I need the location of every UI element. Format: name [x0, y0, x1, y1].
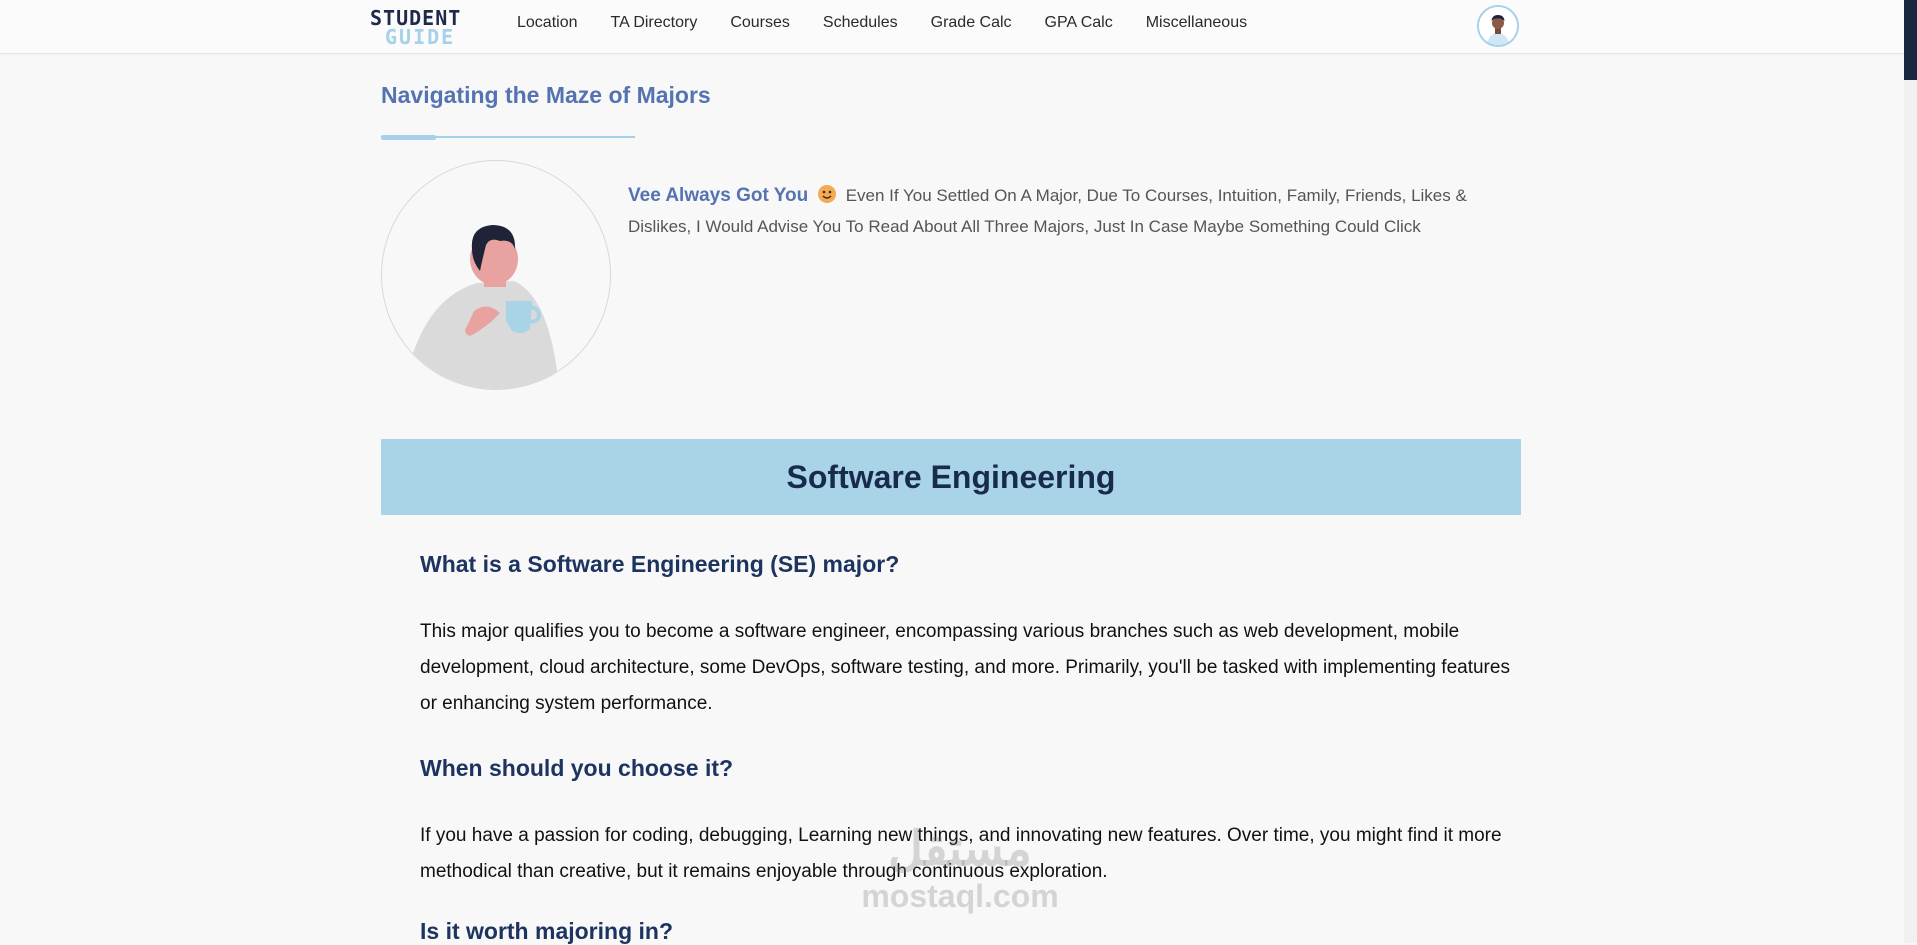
smiling-face-emoji	[817, 183, 837, 203]
nav-link-schedules[interactable]: Schedules	[823, 14, 898, 32]
section-title: Software Engineering	[786, 458, 1116, 495]
nav-link-ta-directory[interactable]: TA Directory	[611, 14, 698, 32]
watermark-arabic: مستقل	[888, 823, 1032, 876]
nav-link-miscellaneous[interactable]: Miscellaneous	[1146, 14, 1247, 32]
nav-link-location[interactable]: Location	[517, 14, 578, 32]
logo-bottom-text: GUIDE	[385, 25, 456, 49]
scrollbar-track[interactable]	[1904, 0, 1917, 943]
user-avatar-icon[interactable]	[1477, 5, 1519, 47]
nav-link-grade-calc[interactable]: Grade Calc	[931, 14, 1012, 32]
intro-lead: Vee Always Got You	[628, 185, 809, 206]
mostaql-watermark: مستقل mostaql.com	[840, 822, 1080, 922]
question-when-to-choose: When should you choose it?	[420, 755, 734, 781]
nav-links: Location TA Directory Courses Schedules …	[517, 14, 1280, 32]
nav-link-gpa-calc[interactable]: GPA Calc	[1045, 14, 1113, 32]
top-navbar: STUDENT GUIDE Location TA Directory Cour…	[0, 0, 1904, 54]
student-guide-logo[interactable]: STUDENT GUIDE	[370, 6, 480, 49]
answer-what-is-se: This major qualifies you to become a sof…	[420, 621, 1510, 714]
section-banner: Software Engineering	[381, 439, 1521, 515]
nav-link-courses[interactable]: Courses	[730, 14, 790, 32]
watermark-latin: mostaql.com	[861, 878, 1059, 914]
scrollbar-thumb[interactable]	[1904, 0, 1917, 80]
page-title: Navigating the Maze of Majors	[381, 82, 711, 108]
person-with-mug-illustration	[381, 160, 611, 390]
question-what-is-se: What is a Software Engineering (SE) majo…	[420, 551, 900, 577]
title-divider-accent	[381, 135, 436, 140]
question-worth-majoring: Is it worth majoring in?	[420, 918, 673, 944]
intro-text: Vee Always Got You Even If You Settled O…	[628, 180, 1503, 242]
